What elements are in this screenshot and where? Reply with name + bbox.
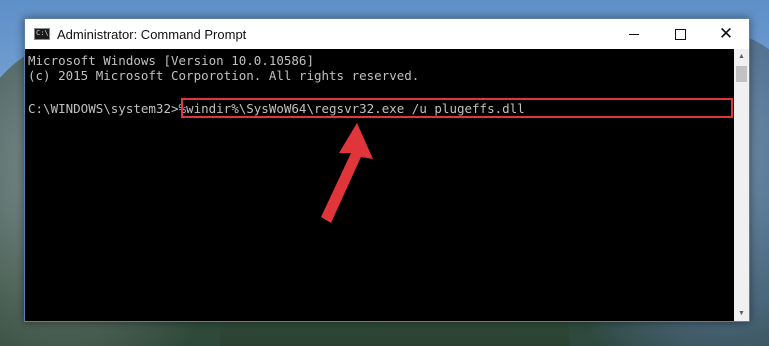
vertical-scrollbar[interactable]: ▲ ▼ — [734, 49, 749, 321]
cmd-app-icon-text: C:\. — [36, 29, 53, 37]
title-bar[interactable]: C:\. Administrator: Command Prompt ✕ — [25, 19, 749, 49]
console-prompt: C:\WINDOWS\system32> — [28, 101, 179, 116]
close-button[interactable]: ✕ — [703, 19, 749, 49]
console-line-copyright: (c) 2015 Microsoft Corporotion. All righ… — [28, 68, 420, 83]
scroll-thumb[interactable] — [736, 66, 747, 82]
red-arrow-icon — [321, 123, 373, 223]
console-line-version: Microsoft Windows [Version 10.0.10586] — [28, 53, 314, 68]
cmd-app-icon: C:\. — [34, 28, 53, 40]
window-controls: ✕ — [611, 19, 749, 49]
scroll-down-button[interactable]: ▼ — [734, 306, 749, 321]
scroll-up-button[interactable]: ▲ — [734, 49, 749, 64]
window-title: Administrator: Command Prompt — [57, 26, 247, 42]
command-highlight-box — [181, 98, 733, 118]
maximize-button[interactable] — [657, 19, 703, 49]
command-prompt-window[interactable]: C:\. Administrator: Command Prompt ✕ Mic… — [24, 18, 750, 322]
console-area[interactable]: Microsoft Windows [Version 10.0.10586] (… — [25, 49, 735, 321]
minimize-button[interactable] — [611, 19, 657, 49]
